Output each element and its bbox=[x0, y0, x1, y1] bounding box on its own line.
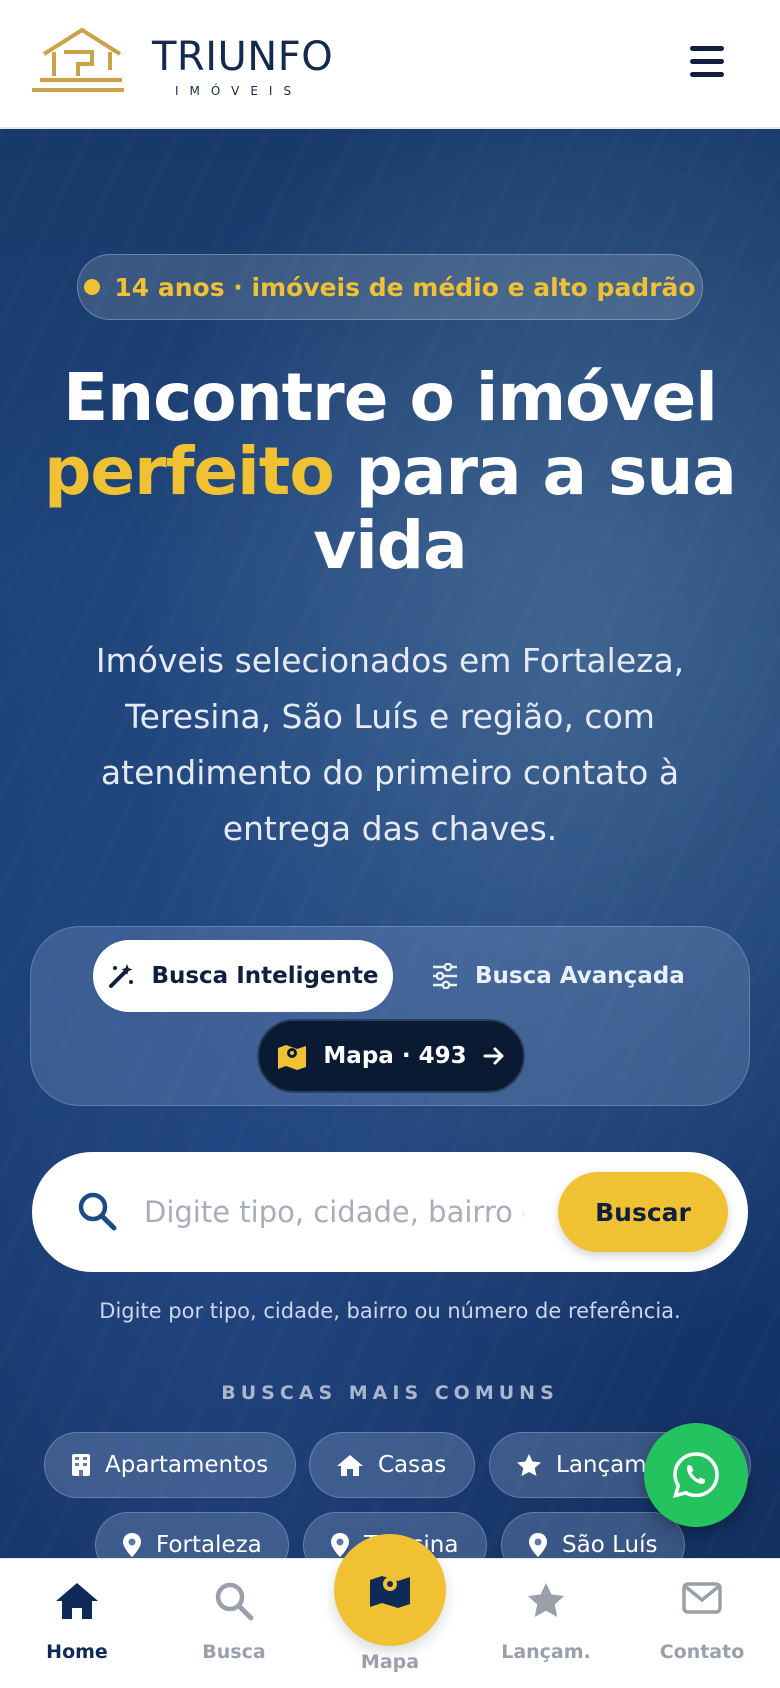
hero-headline: Encontre o imóvel perfeito para a sua vi… bbox=[30, 361, 750, 583]
chip-label: Fortaleza bbox=[156, 1532, 262, 1558]
nav-contato-label: Contato bbox=[659, 1641, 745, 1663]
site-header: TRIUNFO IMÓVEIS bbox=[0, 0, 780, 129]
nav-lancamentos-label: Lançam. bbox=[501, 1641, 591, 1663]
chip-fortaleza[interactable]: Fortaleza bbox=[95, 1512, 289, 1559]
home-icon bbox=[56, 1583, 98, 1619]
search-icon bbox=[215, 1582, 254, 1621]
tab-advanced-label: Busca Avançada bbox=[475, 963, 685, 989]
headline-part1: Encontre o imóvel bbox=[63, 359, 718, 436]
nav-busca-label: Busca bbox=[202, 1641, 266, 1663]
headline-accent: perfeito bbox=[44, 433, 335, 510]
headline-part2: para a sua vida bbox=[313, 433, 737, 584]
map-button[interactable]: Mapa · 493 bbox=[257, 1019, 525, 1093]
chip-label: Apartamentos bbox=[105, 1452, 269, 1478]
nav-home-label: Home bbox=[46, 1641, 108, 1663]
star-icon bbox=[517, 1454, 541, 1476]
experience-badge: 14 anos · imóveis de médio e alto padrão bbox=[77, 254, 703, 320]
house-icon bbox=[337, 1455, 363, 1476]
search-bar: Buscar bbox=[32, 1152, 748, 1272]
chip-label: São Luís bbox=[562, 1532, 658, 1558]
hero-subtitle: Imóveis selecionados em Fortaleza, Teres… bbox=[95, 641, 685, 848]
nav-mapa[interactable] bbox=[334, 1534, 446, 1646]
common-searches-title: BUSCAS MAIS COMUNS bbox=[221, 1382, 559, 1404]
whatsapp-icon bbox=[672, 1452, 719, 1498]
chip-casas[interactable]: Casas bbox=[309, 1432, 475, 1498]
chip-apartamentos[interactable]: Apartamentos bbox=[44, 1432, 296, 1498]
search-input[interactable] bbox=[144, 1182, 524, 1242]
map-icon bbox=[278, 1045, 307, 1070]
badge-text: 14 anos · imóveis de médio e alto padrão bbox=[114, 272, 696, 302]
search-button[interactable]: Buscar bbox=[558, 1172, 728, 1252]
hamburger-menu-icon[interactable] bbox=[686, 44, 730, 80]
location-pin-icon bbox=[123, 1533, 141, 1557]
location-pin-icon bbox=[529, 1533, 547, 1557]
tab-smart-label: Busca Inteligente bbox=[151, 963, 379, 989]
magic-wand-icon bbox=[109, 964, 134, 988]
building-icon bbox=[72, 1454, 90, 1476]
whatsapp-button[interactable] bbox=[644, 1423, 748, 1527]
logo-house-icon bbox=[32, 27, 124, 92]
mail-icon bbox=[682, 1582, 722, 1614]
search-help-text: Digite por tipo, cidade, bairro ou númer… bbox=[99, 1299, 681, 1323]
star-icon bbox=[528, 1583, 564, 1617]
brand-subtitle: IMÓVEIS bbox=[175, 84, 303, 98]
nav-contato[interactable]: Contato bbox=[637, 1559, 767, 1688]
sliders-icon bbox=[433, 963, 457, 989]
nav-mapa-label: Mapa bbox=[360, 1651, 420, 1673]
nav-busca[interactable]: Busca bbox=[169, 1559, 299, 1688]
chip-label: Casas bbox=[378, 1452, 447, 1478]
tab-smart-search[interactable]: Busca Inteligente bbox=[93, 940, 393, 1012]
badge-dot-icon bbox=[84, 279, 101, 295]
hero-section: 14 anos · imóveis de médio e alto padrão… bbox=[0, 129, 780, 1559]
tab-advanced-search[interactable]: Busca Avançada bbox=[431, 940, 691, 1012]
chip-sao-luis[interactable]: São Luís bbox=[501, 1512, 685, 1559]
nav-home[interactable]: Home bbox=[12, 1559, 142, 1688]
map-button-label: Mapa · 493 bbox=[323, 1043, 467, 1069]
search-icon bbox=[78, 1192, 117, 1231]
nav-lancamentos[interactable]: Lançam. bbox=[481, 1559, 611, 1688]
search-mode-panel: Busca Inteligente Busca Avançada Mapa · … bbox=[30, 926, 750, 1106]
arrow-right-icon bbox=[483, 1047, 504, 1065]
brand-logo[interactable]: TRIUNFO IMÓVEIS bbox=[30, 26, 390, 106]
brand-name: TRIUNFO bbox=[152, 34, 334, 80]
map-icon bbox=[370, 1576, 410, 1608]
